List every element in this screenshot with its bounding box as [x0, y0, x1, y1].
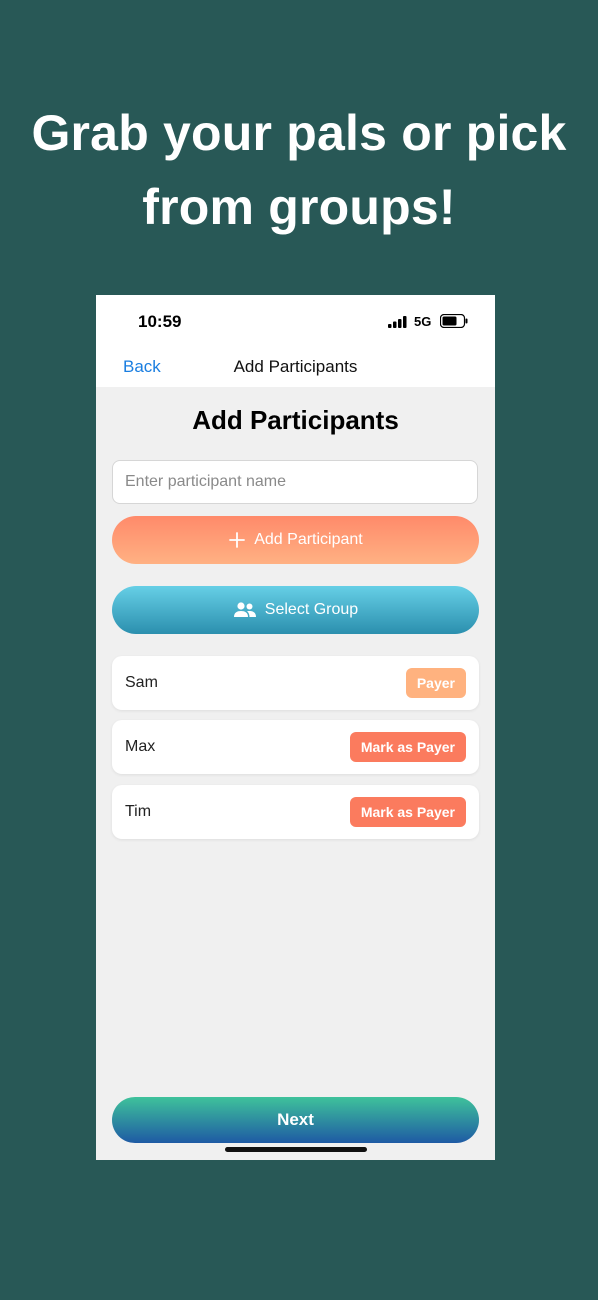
plus-icon — [228, 531, 246, 549]
headline-line-2: from groups! — [142, 179, 456, 235]
status-time: 10:59 — [138, 312, 182, 331]
next-button[interactable]: Next — [112, 1097, 479, 1143]
participant-name: Sam — [125, 674, 158, 691]
home-indicator[interactable] — [225, 1147, 367, 1152]
add-participant-button[interactable]: Add Participant — [112, 516, 479, 564]
status-bar: 10:59 5G — [96, 295, 495, 347]
nav-bar: Back Add Participants — [96, 347, 495, 387]
battery-icon — [440, 314, 468, 328]
next-label: Next — [277, 1110, 314, 1129]
participant-name: Tim — [125, 803, 152, 820]
headline-line-1: Grab your pals or pick — [31, 105, 567, 161]
participant-name: Max — [125, 738, 156, 755]
participant-row-max: Max Mark as Payer — [112, 720, 479, 774]
participant-row-sam: Sam Payer — [112, 656, 479, 710]
network-label: 5G — [414, 314, 432, 329]
people-icon — [233, 601, 257, 619]
participant-name-input[interactable] — [112, 460, 478, 504]
page-title: Add Participants — [192, 405, 399, 435]
signal-icon — [388, 316, 407, 328]
select-group-button[interactable]: Select Group — [112, 586, 479, 634]
select-group-label: Select Group — [264, 601, 359, 618]
participant-row-tim: Tim Mark as Payer — [112, 785, 479, 839]
headline: Grab your pals or pick from groups! — [0, 96, 598, 244]
payer-badge[interactable]: Payer — [405, 668, 466, 698]
mark-as-payer-button[interactable]: Mark as Payer — [349, 797, 466, 827]
nav-title: Add Participants — [233, 357, 358, 376]
phone-screen: 10:59 5G Back Add Participants Add Parti… — [96, 295, 495, 1160]
add-participant-label: Add Participant — [254, 531, 363, 548]
mark-as-payer-button[interactable]: Mark as Payer — [349, 732, 466, 762]
